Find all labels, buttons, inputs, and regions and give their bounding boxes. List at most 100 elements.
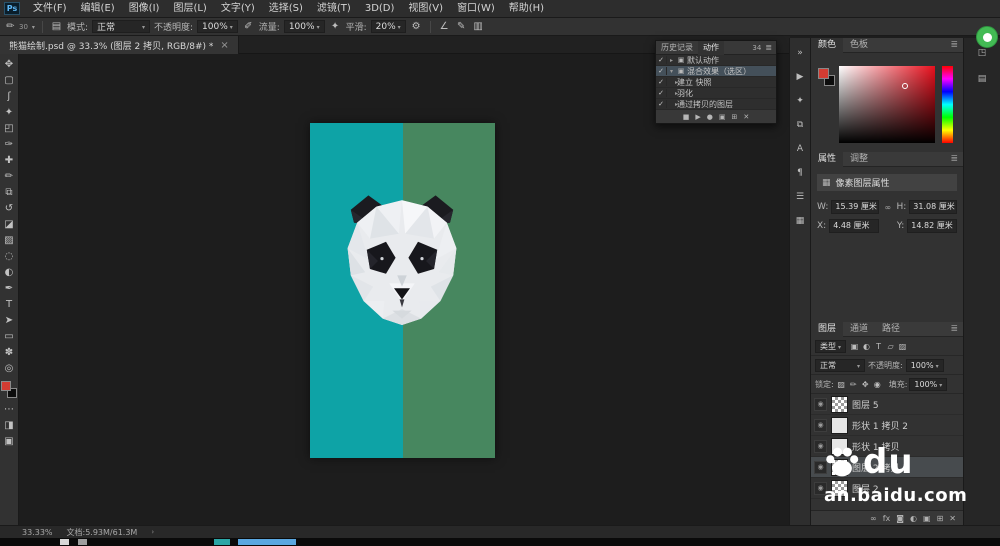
menu-item[interactable]: 图像(I): [122, 0, 167, 17]
action-row[interactable]: ✓▸通过拷贝的图层: [656, 99, 776, 110]
panel-tab[interactable]: 历史记录: [656, 41, 698, 55]
crop-tool-icon[interactable]: ◰: [0, 120, 19, 136]
blend-mode-select[interactable]: 正常: [92, 20, 150, 33]
collapse-panels-icon[interactable]: »: [791, 46, 809, 60]
expander-icon[interactable]: ▸: [667, 79, 676, 86]
smoothing-options-gear-icon[interactable]: ⚙: [410, 21, 423, 32]
brush-angle-icon[interactable]: ∠: [438, 21, 451, 32]
panel-tab[interactable]: 动作: [698, 41, 724, 55]
menu-item[interactable]: 图层(L): [166, 0, 213, 17]
green-overlay-badge[interactable]: [976, 26, 998, 48]
tool-preset-picker[interactable]: ✏ 30: [4, 21, 35, 32]
paragraph-panel-icon[interactable]: ¶: [791, 166, 809, 180]
action-row[interactable]: ✓▸羽化: [656, 88, 776, 99]
new-layer-icon[interactable]: ⊞: [937, 514, 944, 523]
link-layers-icon[interactable]: ∞: [870, 514, 877, 523]
y-field[interactable]: 14.82 厘米: [907, 219, 957, 233]
blur-tool-icon[interactable]: ◌: [0, 248, 19, 264]
symmetry-icon[interactable]: ▥: [472, 21, 485, 32]
filter-adjustment-icon[interactable]: ◐: [861, 342, 872, 351]
brush-settings-icon[interactable]: ✦: [791, 94, 809, 108]
pressure-opacity-icon[interactable]: ✐: [242, 21, 255, 32]
eyedropper-tool-icon[interactable]: ✑: [0, 136, 19, 152]
libraries-panel-icon[interactable]: ▦: [791, 214, 809, 228]
toggle-brush-panel-icon[interactable]: ▤: [50, 21, 63, 32]
action-row[interactable]: ✓▸▣默认动作: [656, 55, 776, 66]
marquee-tool-icon[interactable]: ▢: [0, 72, 19, 88]
new-action-icon[interactable]: ⊞: [732, 113, 738, 121]
zoom-tool-icon[interactable]: ◎: [0, 360, 19, 376]
toggle-check-icon[interactable]: ✓: [656, 56, 667, 64]
lock-position-icon[interactable]: ✥: [860, 380, 871, 389]
layer-visibility-toggle[interactable]: ◉: [814, 419, 827, 432]
zoom-level-field[interactable]: 33.33%: [22, 528, 53, 537]
panel-menu-icon[interactable]: ≣: [945, 324, 963, 334]
menu-item[interactable]: 3D(D): [358, 0, 402, 17]
stop-icon[interactable]: ■: [683, 113, 690, 121]
opacity-select[interactable]: 100%: [197, 20, 238, 33]
pressure-size-icon[interactable]: ✎: [455, 21, 468, 32]
layer-blend-mode-select[interactable]: 正常: [815, 359, 865, 372]
toggle-check-icon[interactable]: ✓: [656, 100, 667, 108]
panel-tab[interactable]: 色板: [843, 38, 875, 53]
menu-item[interactable]: 滤镜(T): [310, 0, 358, 17]
pen-tool-icon[interactable]: ✒: [0, 280, 19, 296]
lock-pixels-icon[interactable]: ✏: [848, 380, 859, 389]
comments-panel-icon[interactable]: ▤: [973, 72, 991, 86]
airbrush-icon[interactable]: ✦: [329, 21, 342, 32]
layer-visibility-toggle[interactable]: ◉: [814, 398, 827, 411]
menu-item[interactable]: 视图(V): [401, 0, 450, 17]
toggle-check-icon[interactable]: ✓: [656, 78, 667, 86]
action-row[interactable]: ✓▾▣混合效果（选区）: [656, 66, 776, 77]
filter-type-icon[interactable]: T: [873, 342, 884, 351]
healing-brush-tool-icon[interactable]: ✚: [0, 152, 19, 168]
expander-icon[interactable]: ▸: [667, 57, 676, 64]
brush-tool-icon[interactable]: ✏: [0, 168, 19, 184]
delete-action-icon[interactable]: ✕: [743, 113, 749, 121]
layer-style-icon[interactable]: fx: [883, 514, 891, 523]
layer-row[interactable]: ◉图层 5: [811, 394, 963, 415]
character-panel-icon[interactable]: A: [791, 142, 809, 156]
expander-icon[interactable]: ▸: [667, 101, 676, 108]
panel-menu-icon[interactable]: ≣: [945, 154, 963, 164]
fill-select[interactable]: 100%: [909, 378, 947, 391]
filter-pixel-icon[interactable]: ▣: [849, 342, 860, 351]
history-brush-tool-icon[interactable]: ↺: [0, 200, 19, 216]
gradient-tool-icon[interactable]: ▨: [0, 232, 19, 248]
lock-all-icon[interactable]: ◉: [872, 380, 883, 389]
panel-tab[interactable]: 通道: [843, 322, 875, 337]
clone-source-icon[interactable]: ⧉: [791, 118, 809, 132]
edit-toolbar-icon[interactable]: ⋯: [0, 401, 19, 417]
document-tab[interactable]: 熊猫绘制.psd @ 33.3% (图层 2 拷贝, RGB/8#) * ×: [0, 36, 239, 54]
filter-shape-icon[interactable]: ▱: [885, 342, 896, 351]
screen-mode-icon[interactable]: ▣: [0, 433, 19, 449]
clone-stamp-tool-icon[interactable]: ⧉: [0, 184, 19, 200]
toggle-check-icon[interactable]: ✓: [656, 89, 667, 97]
panel-menu-icon[interactable]: ≣: [761, 43, 776, 52]
taskbar-item[interactable]: [78, 539, 87, 545]
panel-tab[interactable]: 路径: [875, 322, 907, 337]
shape-tool-icon[interactable]: ▭: [0, 328, 19, 344]
panel-tab[interactable]: 属性: [811, 152, 843, 167]
menu-item[interactable]: 窗口(W): [450, 0, 502, 17]
filter-smart-object-icon[interactable]: ▨: [897, 342, 908, 351]
quick-mask-icon[interactable]: ◨: [0, 417, 19, 433]
panel-menu-icon[interactable]: ≣: [945, 40, 963, 50]
menu-item[interactable]: 文字(Y): [214, 0, 262, 17]
new-set-icon[interactable]: ▣: [719, 113, 726, 121]
document-canvas[interactable]: [310, 123, 495, 458]
height-field[interactable]: 31.08 厘米: [909, 200, 957, 214]
delete-layer-icon[interactable]: ✕: [949, 514, 956, 523]
panel-tab[interactable]: 调整: [843, 152, 875, 167]
lock-transparency-icon[interactable]: ▨: [836, 380, 847, 389]
menu-item[interactable]: 编辑(E): [74, 0, 122, 17]
taskbar-item[interactable]: [238, 539, 296, 545]
menu-item[interactable]: 选择(S): [262, 0, 310, 17]
hand-tool-icon[interactable]: ✽: [0, 344, 19, 360]
taskbar-item[interactable]: [60, 539, 69, 545]
taskbar-item[interactable]: [214, 539, 230, 545]
glyphs-panel-icon[interactable]: ☰: [791, 190, 809, 204]
foreground-color-swatch[interactable]: [818, 68, 829, 79]
toggle-check-icon[interactable]: ✓: [656, 67, 667, 75]
link-dimensions-icon[interactable]: ∞: [882, 203, 893, 212]
